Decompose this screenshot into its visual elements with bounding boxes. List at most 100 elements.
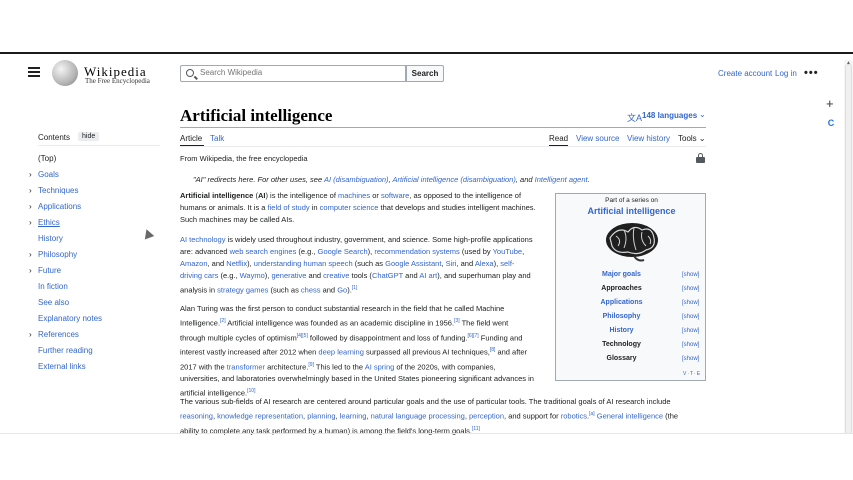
link[interactable]: Siri: [446, 259, 457, 268]
toc-item[interactable]: External links: [38, 362, 86, 371]
link[interactable]: natural language processing: [371, 412, 465, 421]
brain-image-icon[interactable]: [604, 220, 660, 264]
more-options-icon[interactable]: •••: [804, 67, 819, 79]
chevron-right-icon[interactable]: ›: [29, 186, 32, 195]
link[interactable]: strategy games: [217, 286, 268, 295]
link[interactable]: learning: [340, 412, 367, 421]
link[interactable]: AI spring: [365, 362, 395, 371]
toc-item[interactable]: In fiction: [38, 282, 68, 291]
toc-item[interactable]: (Top): [38, 154, 56, 163]
main-menu-icon[interactable]: [28, 67, 40, 77]
toc-item[interactable]: References: [38, 330, 79, 339]
login-link[interactable]: Log in: [775, 69, 797, 78]
tab-view-history[interactable]: View history: [627, 134, 670, 143]
citation-link[interactable]: [11]: [472, 426, 480, 432]
link[interactable]: reasoning: [180, 412, 213, 421]
tab-tools[interactable]: Tools ⌄: [678, 134, 706, 143]
scroll-up-arrow-icon[interactable]: ▲: [846, 60, 851, 66]
link[interactable]: web search engines: [230, 247, 297, 256]
citation-link[interactable]: [1]: [352, 285, 358, 291]
citation-link[interactable]: [a]: [589, 411, 595, 417]
link[interactable]: AI art: [419, 271, 437, 280]
infobox-title[interactable]: Artificial intelligence: [556, 206, 707, 216]
link[interactable]: AI technology: [180, 235, 225, 244]
toc-item[interactable]: Goals: [38, 170, 59, 179]
citation-link[interactable]: [4][5]: [297, 333, 308, 339]
scroll-thumb[interactable]: [845, 64, 852, 434]
chevron-right-icon[interactable]: ›: [29, 170, 32, 179]
tab-article[interactable]: Article: [180, 134, 202, 143]
link[interactable]: Google Search: [318, 247, 368, 256]
infobox-row-label[interactable]: Major goals: [556, 271, 687, 278]
tab-view-source[interactable]: View source: [576, 134, 619, 143]
link[interactable]: ChatGPT: [372, 271, 403, 280]
chevron-right-icon[interactable]: ›: [29, 202, 32, 211]
link[interactable]: General intelligence: [597, 412, 663, 421]
lock-icon[interactable]: [696, 153, 705, 163]
create-account-link[interactable]: Create account: [718, 69, 772, 78]
vertical-scrollbar[interactable]: ▲: [844, 60, 853, 434]
language-icon[interactable]: 文A: [627, 111, 642, 124]
link[interactable]: driving cars: [180, 271, 218, 280]
plus-icon[interactable]: +: [826, 96, 834, 111]
infobox-show-toggle[interactable]: [show]: [682, 286, 699, 292]
toc-item[interactable]: Future: [38, 266, 61, 275]
toc-item[interactable]: Explanatory notes: [38, 314, 102, 323]
toc-item[interactable]: Philosophy: [38, 250, 77, 259]
link[interactable]: Amazon: [180, 259, 208, 268]
link[interactable]: understanding human speech: [254, 259, 353, 268]
chevron-right-icon[interactable]: ›: [29, 266, 32, 275]
tab-read[interactable]: Read: [549, 134, 568, 143]
link[interactable]: field of study: [268, 203, 310, 212]
infobox-show-toggle[interactable]: [show]: [682, 328, 699, 334]
link[interactable]: deep learning: [318, 348, 363, 357]
infobox-row-label[interactable]: Philosophy: [556, 313, 687, 320]
link[interactable]: Google Assistant: [385, 259, 441, 268]
extension-icon[interactable]: C: [824, 117, 838, 130]
link[interactable]: chess: [301, 286, 321, 295]
tab-talk[interactable]: Talk: [210, 134, 224, 143]
link[interactable]: machines: [338, 191, 370, 200]
link[interactable]: planning: [307, 412, 335, 421]
citation-link[interactable]: [10]: [247, 388, 255, 394]
link[interactable]: creative: [323, 271, 349, 280]
infobox-show-toggle[interactable]: [show]: [682, 342, 699, 348]
wikipedia-globe-logo[interactable]: [52, 60, 78, 86]
infobox-show-toggle[interactable]: [show]: [682, 356, 699, 362]
link[interactable]: recommendation systems: [374, 247, 459, 256]
toc-item[interactable]: Ethics: [38, 218, 60, 227]
chevron-right-icon[interactable]: ›: [29, 250, 32, 259]
search-button[interactable]: Search: [406, 65, 444, 82]
toc-item[interactable]: Applications: [38, 202, 81, 211]
toc-hide-button[interactable]: hide: [78, 132, 100, 141]
toc-item[interactable]: History: [38, 234, 63, 243]
toc-item[interactable]: Techniques: [38, 186, 78, 195]
link[interactable]: transformer: [227, 362, 265, 371]
toc-item[interactable]: See also: [38, 298, 69, 307]
infobox-show-toggle[interactable]: [show]: [682, 314, 699, 320]
link[interactable]: robotics: [561, 412, 587, 421]
navbox-vte-links[interactable]: V·T·E: [683, 371, 701, 377]
languages-button[interactable]: 148 languages: [642, 111, 697, 120]
hatnote-link[interactable]: Intelligent agent: [535, 175, 588, 184]
chevron-down-icon[interactable]: ⌄: [699, 110, 706, 119]
link[interactable]: software: [381, 191, 409, 200]
link[interactable]: knowledge representation: [217, 412, 303, 421]
link[interactable]: perception: [469, 412, 504, 421]
link[interactable]: YouTube: [493, 247, 522, 256]
link[interactable]: generative: [271, 271, 306, 280]
link[interactable]: computer science: [320, 203, 379, 212]
chevron-right-icon[interactable]: ›: [29, 330, 32, 339]
toc-item[interactable]: Further reading: [38, 346, 93, 355]
link[interactable]: Netflix: [226, 259, 247, 268]
chevron-right-icon[interactable]: ›: [29, 218, 32, 227]
link[interactable]: Waymo: [240, 271, 265, 280]
hatnote-link[interactable]: Artificial intelligence (disambiguation): [392, 175, 515, 184]
link[interactable]: Alexa: [475, 259, 494, 268]
infobox-row-label[interactable]: History: [556, 327, 687, 334]
link[interactable]: self-: [500, 259, 514, 268]
infobox-show-toggle[interactable]: [show]: [682, 272, 699, 278]
link[interactable]: Go: [337, 286, 347, 295]
hatnote-link[interactable]: AI (disambiguation): [324, 175, 389, 184]
search-input[interactable]: [200, 68, 400, 77]
